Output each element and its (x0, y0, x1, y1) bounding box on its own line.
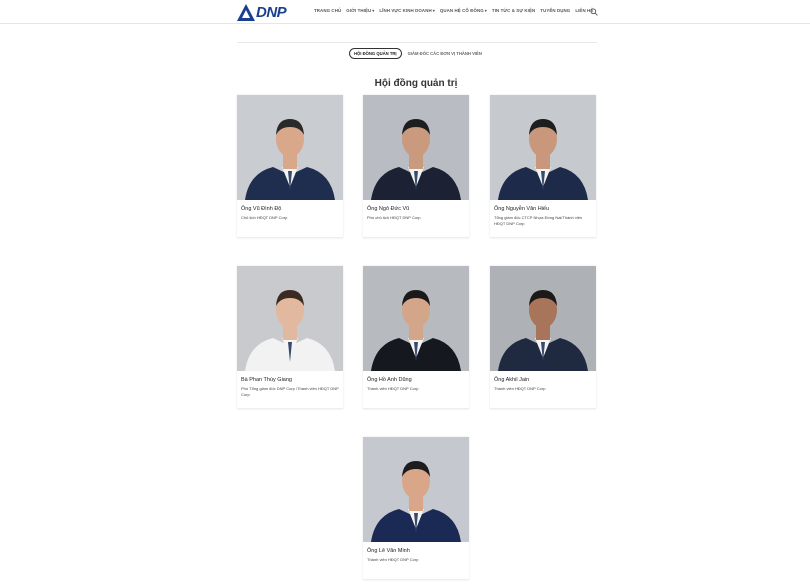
member-role: Chủ tịch HĐQT DNP Corp (241, 215, 288, 220)
portrait-figure (371, 119, 461, 200)
member-role: Phó chủ tịch HĐQT DNP Corp (367, 215, 421, 220)
member-card[interactable]: Ông Lê Văn Minh Thành viên HĐQT DNP Corp (363, 437, 469, 580)
member-name: Ông Nguyễn Văn Hiếu (494, 206, 550, 212)
nav-item[interactable]: Trang chủ (314, 8, 341, 13)
member-photo (490, 266, 596, 371)
site-header: DNP Trang chủ Giới thiệu Lĩnh vực kinh doa… (0, 0, 810, 24)
portrait-figure (245, 290, 335, 371)
member-photo (237, 266, 343, 371)
member-photo (490, 95, 596, 200)
member-name: Bà Phan Thùy Giang (241, 377, 292, 383)
member-card[interactable]: Ông Vũ Đình Độ Chủ tịch HĐQT DNP Corp (237, 95, 343, 238)
member-name: Ông Vũ Đình Độ (241, 206, 282, 212)
tab-0[interactable]: Hội đồng quản trị (349, 48, 402, 59)
member-role: Thành viên HĐQT DNP Corp (494, 386, 546, 391)
member-role: Tổng giám đốc CTCP Nhựa Đồng Nai/Thành v… (494, 215, 583, 226)
nav-item[interactable]: Giới thiệu (346, 8, 374, 13)
top-divider (237, 42, 597, 43)
member-info: Ông Ngô Đức Vũ Phó chủ tịch HĐQT DNP Corp (363, 200, 469, 238)
member-card[interactable]: Ông Hồ Anh Dũng Thành viên HĐQT DNP Corp (363, 266, 469, 409)
main-nav: Trang chủ Giới thiệu Lĩnh vực kinh doanh Qu… (314, 8, 593, 13)
member-card[interactable]: Ông Akhil Jain Thành viên HĐQT DNP Corp (490, 266, 596, 409)
member-role: Thành viên HĐQT DNP Corp (367, 557, 419, 562)
member-info: Ông Lê Văn Minh Thành viên HĐQT DNP Corp (363, 542, 469, 580)
member-photo (237, 95, 343, 200)
nav-item[interactable]: Tuyển dụng (540, 8, 570, 13)
member-info: Ông Nguyễn Văn Hiếu Tổng giám đốc CTCP Nh… (490, 200, 596, 238)
member-name: Ông Hồ Anh Dũng (367, 377, 412, 383)
member-name: Ông Lê Văn Minh (367, 548, 410, 554)
triangle-logo-icon (237, 3, 255, 21)
portrait-figure (245, 119, 335, 200)
member-info: Ông Hồ Anh Dũng Thành viên HĐQT DNP Corp (363, 371, 469, 409)
member-photo (363, 437, 469, 542)
member-photo (363, 95, 469, 200)
tab-bar: Hội đồng quản trị Giám đốc các đơn vị thà… (349, 48, 482, 59)
search-icon[interactable] (590, 8, 598, 16)
member-info: Ông Akhil Jain Thành viên HĐQT DNP Corp (490, 371, 596, 409)
member-info: Bà Phan Thùy Giang Phó Tổng giám đốc DNP … (237, 371, 343, 409)
section-title: Hội đồng quản trị (374, 78, 458, 89)
member-role: Phó Tổng giám đốc DNP Corp /Thành viên H… (241, 386, 339, 397)
member-role: Thành viên HĐQT DNP Corp (367, 386, 419, 391)
portrait-figure (498, 290, 588, 371)
nav-item[interactable]: Tin tức & sự kiện (492, 8, 535, 13)
member-card[interactable]: Ông Nguyễn Văn Hiếu Tổng giám đốc CTCP Nh… (490, 95, 596, 238)
portrait-figure (371, 290, 461, 371)
logo-text: DNP (256, 3, 287, 21)
member-info: Ông Vũ Đình Độ Chủ tịch HĐQT DNP Corp (237, 200, 343, 238)
member-name: Ông Ngô Đức Vũ (367, 206, 410, 212)
nav-item[interactable]: Lĩnh vực kinh doanh (379, 8, 434, 13)
member-card[interactable]: Bà Phan Thùy Giang Phó Tổng giám đốc DNP … (237, 266, 343, 409)
member-photo (363, 266, 469, 371)
dnp-logo[interactable]: DNP (237, 3, 289, 21)
portrait-figure (498, 119, 588, 200)
member-card[interactable]: Ông Ngô Đức Vũ Phó chủ tịch HĐQT DNP Corp (363, 95, 469, 238)
portrait-figure (371, 461, 461, 542)
member-name: Ông Akhil Jain (494, 377, 530, 383)
nav-item[interactable]: Quan hệ cổ đông (440, 8, 487, 13)
tab-1[interactable]: Giám đốc các đơn vị thành viên (408, 51, 482, 56)
